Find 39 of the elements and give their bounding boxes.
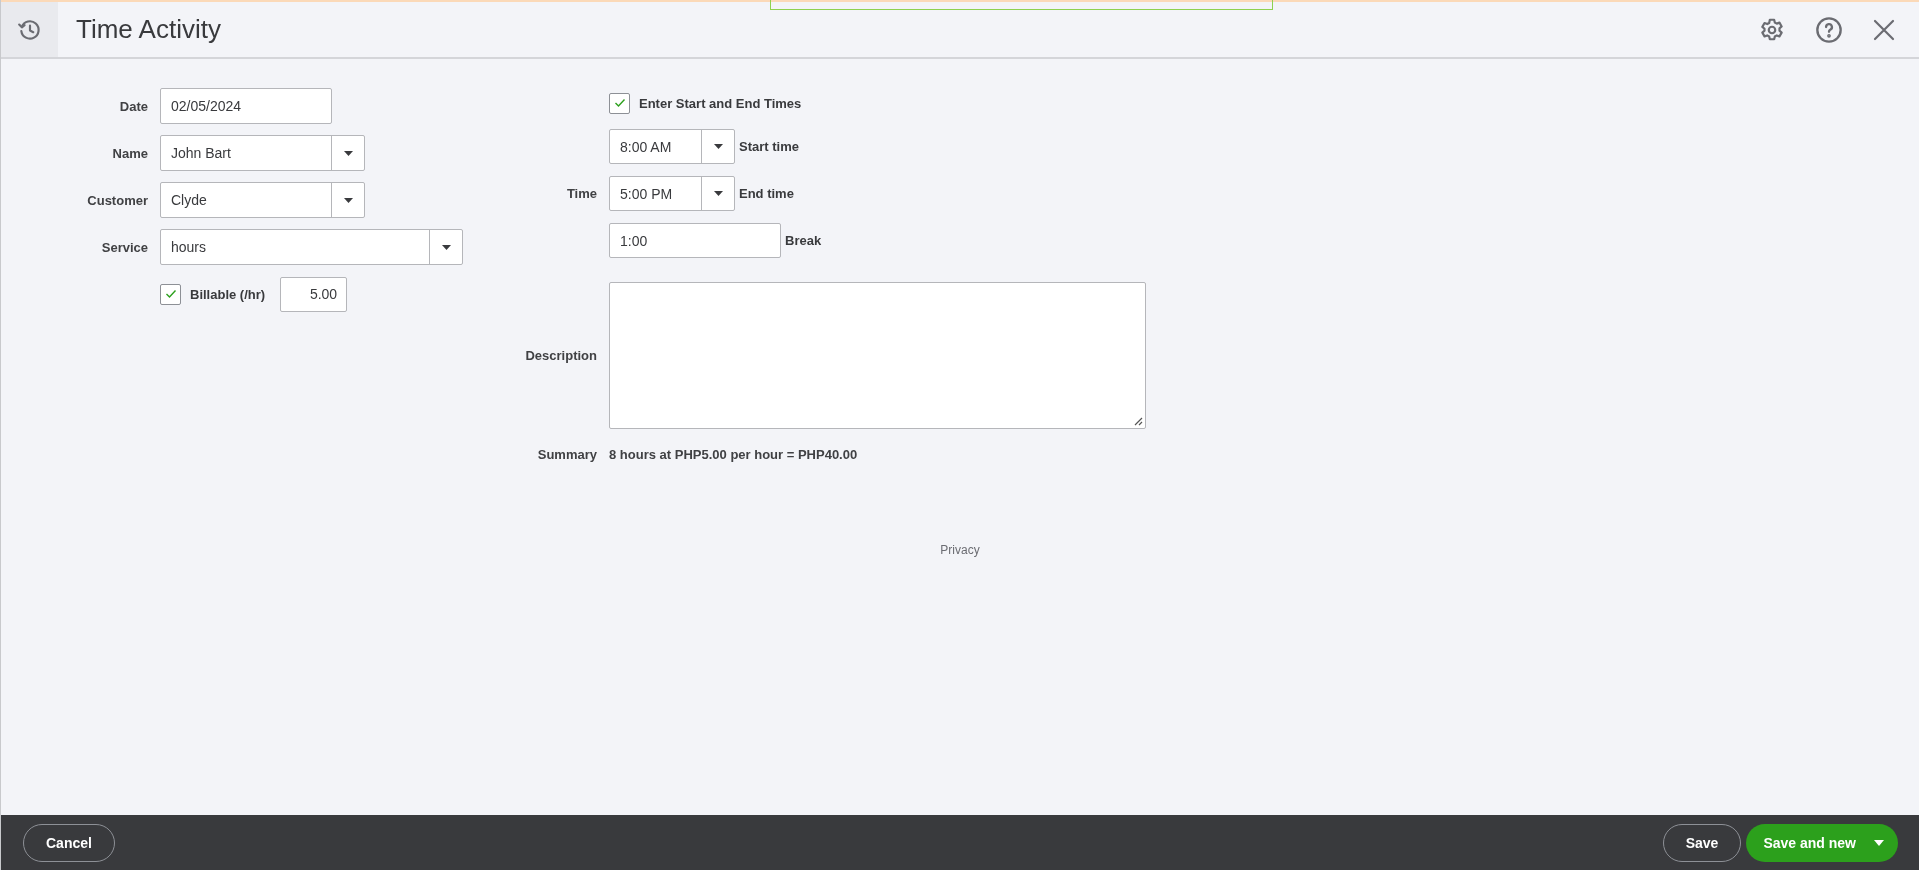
dropdown-field[interactable]: Clyde bbox=[160, 182, 365, 218]
field-label: Date bbox=[119, 98, 148, 114]
caret-icon bbox=[713, 191, 723, 196]
field-label: Time bbox=[566, 186, 597, 201]
caret-icon[interactable] bbox=[1874, 839, 1884, 846]
caret-icon bbox=[713, 144, 723, 149]
time-dropdown[interactable]: 5:00 PM bbox=[609, 176, 735, 211]
description-field[interactable] bbox=[609, 282, 1146, 429]
field-caption: Start time bbox=[739, 139, 799, 154]
dropdown-field[interactable]: John Bart bbox=[160, 135, 365, 171]
caret-icon bbox=[343, 150, 353, 156]
field-label: Summary bbox=[537, 446, 597, 462]
field-label: Customer bbox=[87, 192, 148, 208]
checkbox[interactable] bbox=[160, 283, 181, 305]
field-label: Description bbox=[525, 348, 597, 363]
caret-icon bbox=[441, 244, 451, 250]
dropdown-field[interactable]: hours bbox=[160, 229, 463, 265]
resize-grip-icon[interactable] bbox=[1134, 417, 1143, 426]
caret-icon bbox=[343, 197, 353, 203]
checkmark-icon bbox=[613, 98, 626, 108]
checkbox-label: Billable (/hr) bbox=[190, 286, 266, 302]
break-field[interactable]: 1:00 bbox=[609, 223, 781, 258]
window-title: Time Activity bbox=[76, 14, 221, 45]
time-dropdown[interactable]: 8:00 AM bbox=[609, 129, 735, 164]
settings-icon[interactable] bbox=[1759, 16, 1785, 43]
checkbox[interactable] bbox=[609, 92, 630, 114]
privacy-link[interactable]: Privacy bbox=[940, 543, 980, 557]
field-caption: End time bbox=[739, 186, 794, 201]
date-field[interactable]: 02/05/2024 bbox=[160, 88, 332, 124]
rate-field[interactable]: 5.00 bbox=[280, 276, 348, 312]
history-button[interactable] bbox=[1, 2, 58, 57]
checkbox-label: Enter Start and End Times bbox=[639, 95, 802, 111]
checkmark-icon bbox=[164, 289, 177, 299]
field-caption: Break bbox=[785, 233, 822, 248]
field-label: Name bbox=[112, 145, 148, 161]
help-icon[interactable] bbox=[1815, 15, 1843, 44]
summary-text: 8 hours at PHP5.00 per hour = PHP40.00 bbox=[609, 446, 858, 462]
close-icon[interactable] bbox=[1873, 18, 1895, 41]
field-label: Service bbox=[101, 239, 148, 255]
